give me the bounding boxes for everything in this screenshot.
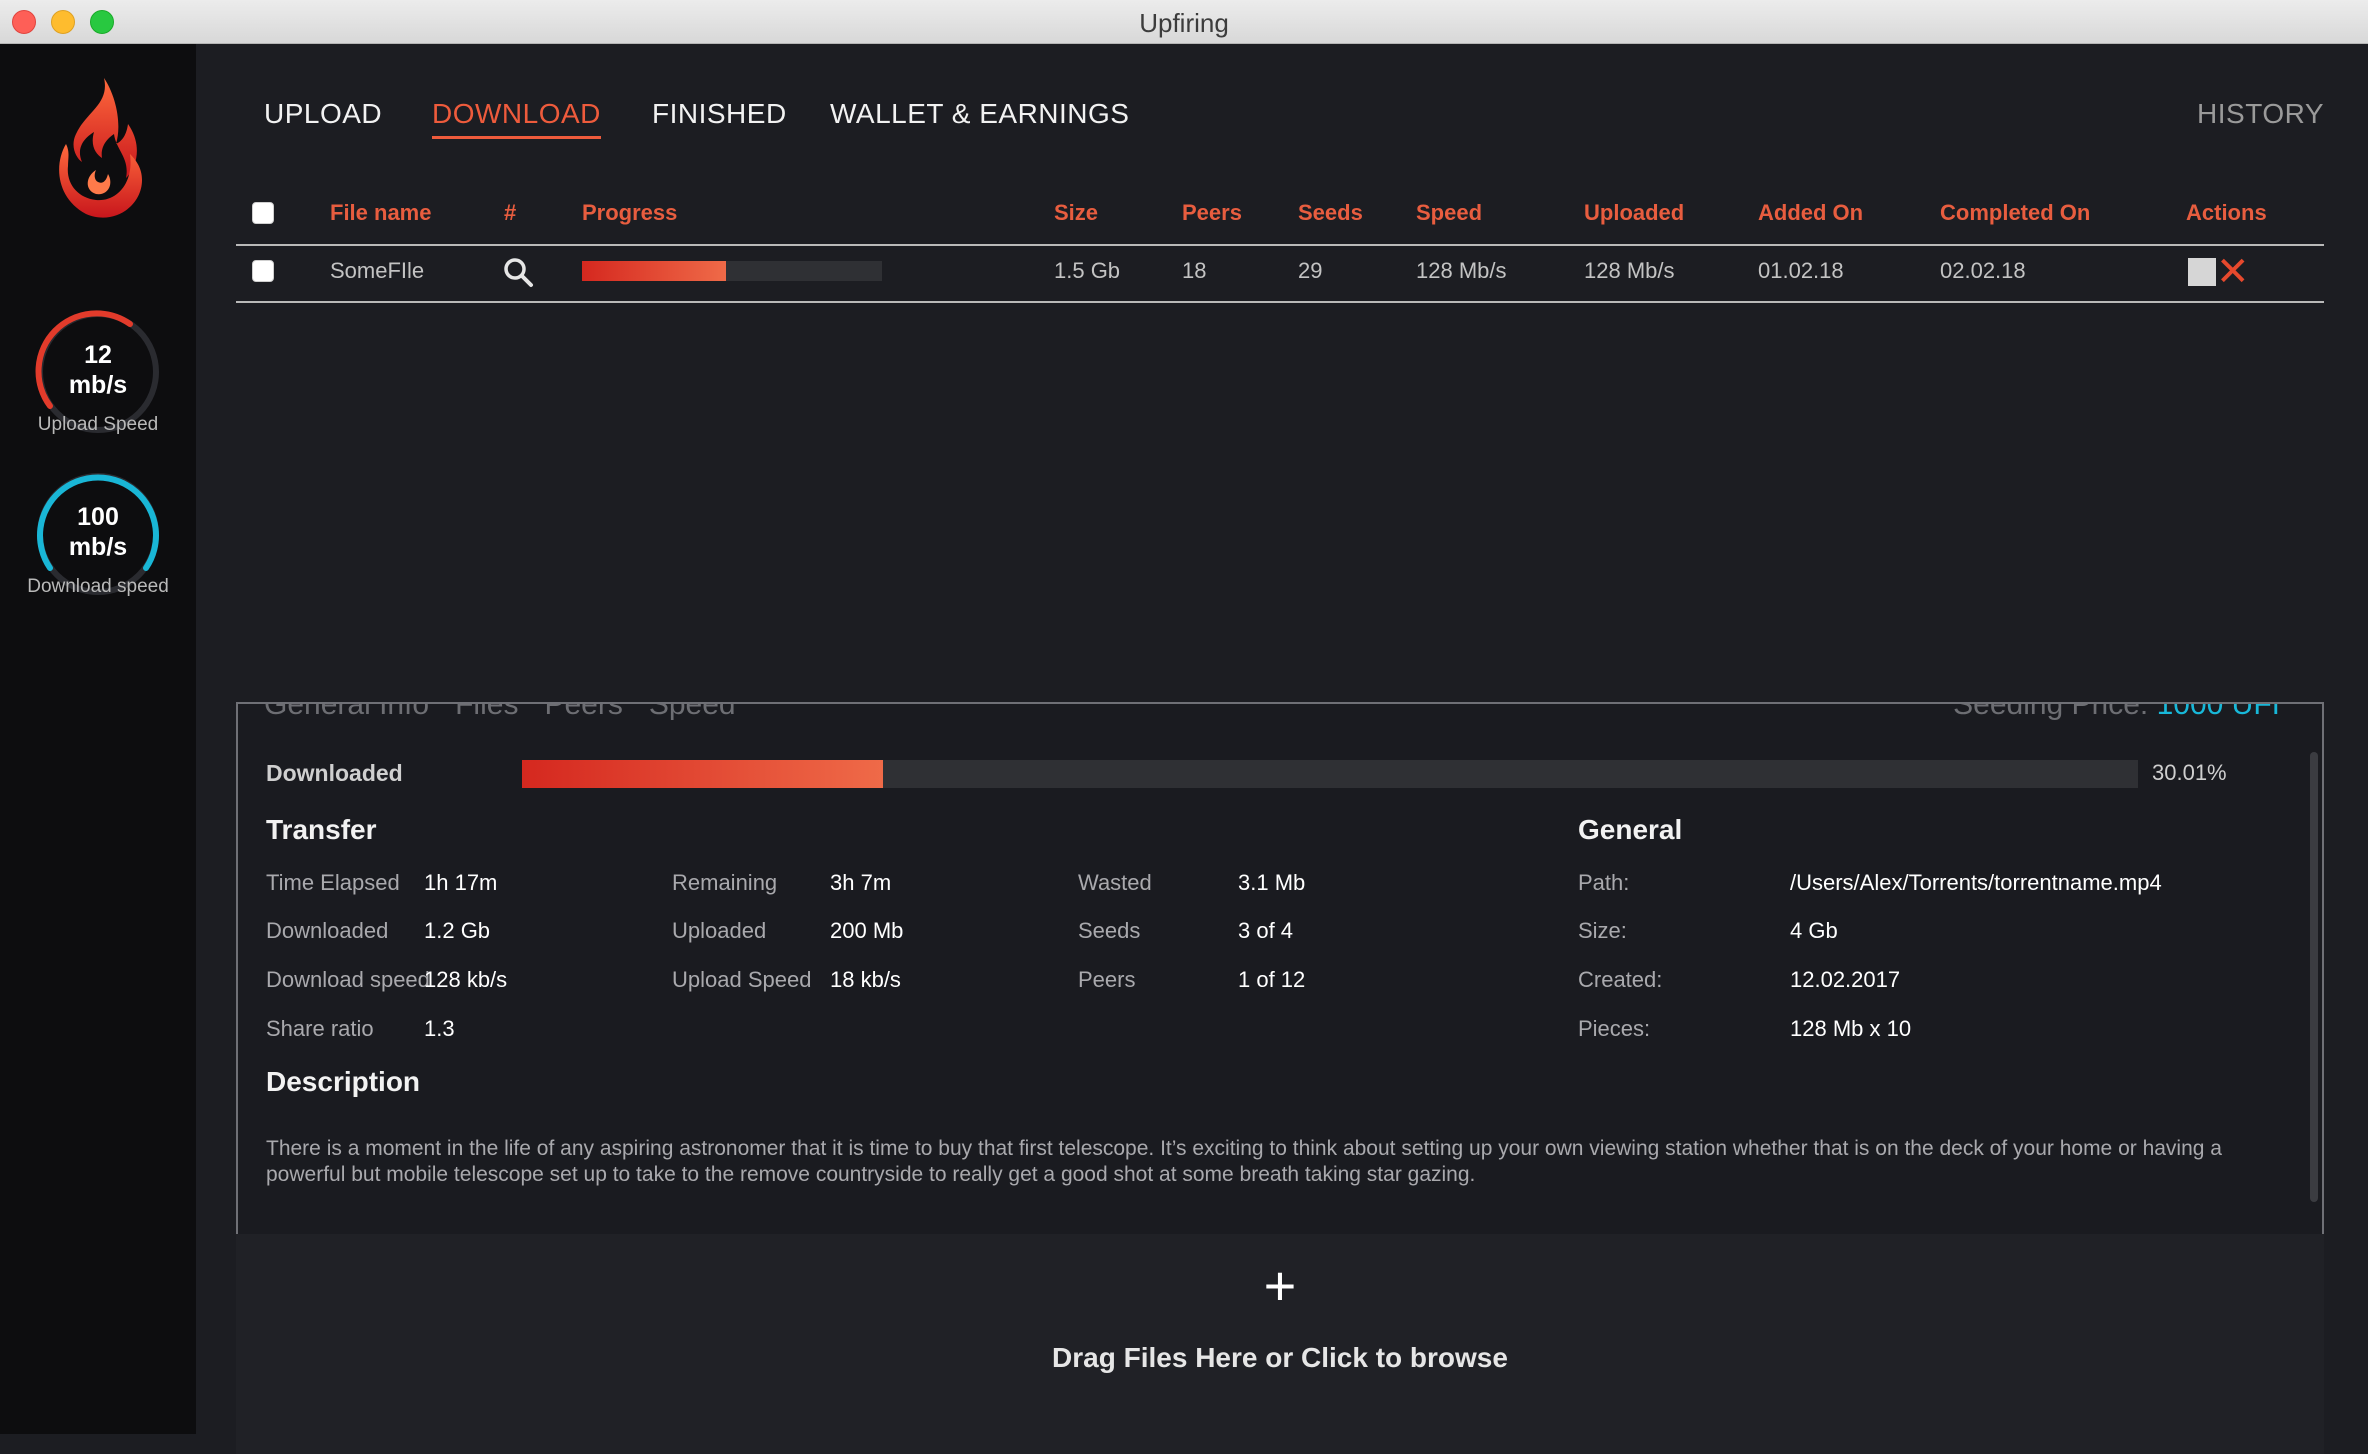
main-content: UPLOAD DOWNLOAD FINISHED WALLET & EARNIN… xyxy=(196,44,2368,1454)
seeding-price-label: Seeding Price: xyxy=(1953,702,2149,721)
seeding-price: Seeding Price: 1000 UFI xyxy=(1953,702,2280,722)
upload-speed-unit: mb/s xyxy=(68,371,128,399)
general-value: 4 Gb xyxy=(1790,918,1838,943)
transfer-key: Remaining xyxy=(672,870,778,895)
row-file-name: SomeFIle xyxy=(330,258,425,283)
transfer-key: Peers xyxy=(1078,967,1136,992)
transfer-value: 128 kb/s xyxy=(424,967,508,992)
select-all-checkbox[interactable] xyxy=(252,202,274,224)
general-key: Created: xyxy=(1578,967,1663,992)
tab-finished[interactable]: FINISHED xyxy=(652,98,787,136)
row-uploaded: 128 Mb/s xyxy=(1584,258,1675,283)
upload-speed-value: 12 xyxy=(84,341,112,369)
tab-wallet-earnings[interactable]: WALLET & EARNINGS xyxy=(830,98,1129,136)
transfer-key: Seeds xyxy=(1078,918,1141,943)
description-title: Description xyxy=(266,1066,421,1097)
download-speed-label: Download speed xyxy=(27,576,169,597)
downloaded-percentage: 30.01% xyxy=(2152,760,2227,785)
flame-logo-icon xyxy=(59,78,143,218)
transfer-value: 3h 7m xyxy=(830,870,892,895)
transfer-key: Uploaded xyxy=(672,918,767,943)
transfer-key: Download speed xyxy=(266,967,430,992)
transfer-value: 200 Mb xyxy=(830,918,904,943)
row-added-on: 01.02.18 xyxy=(1758,258,1844,283)
row-size: 1.5 Gb xyxy=(1054,258,1121,283)
download-speed-unit: mb/s xyxy=(68,533,128,561)
subtab-peers[interactable]: Peers xyxy=(544,704,622,721)
downloaded-label: Downloaded xyxy=(266,760,403,786)
general-value: /Users/Alex/Torrents/torrentname.mp4 xyxy=(1790,870,2162,895)
transfer-key: Time Elapsed xyxy=(266,870,400,895)
transfer-key: Downloaded xyxy=(266,918,389,943)
seeding-price-value: 1000 UFI xyxy=(2156,702,2280,721)
details-scrollbar[interactable] xyxy=(2310,752,2318,1202)
transfer-key: Upload Speed xyxy=(672,967,812,992)
transfer-key: Wasted xyxy=(1078,870,1152,895)
row-completed-on: 02.02.18 xyxy=(1940,258,2026,283)
general-value: 12.02.2017 xyxy=(1790,967,1901,992)
download-speed-value: 100 xyxy=(77,503,119,531)
general-value: 128 Mb x 10 xyxy=(1790,1016,1912,1041)
header-peers[interactable]: Peers xyxy=(1182,200,1242,226)
transfer-value: 1 of 12 xyxy=(1238,967,1306,992)
transfer-key: Share ratio xyxy=(266,1016,374,1041)
row-speed: 128 Mb/s xyxy=(1416,258,1507,283)
row-seeds: 29 xyxy=(1298,258,1323,283)
transfer-value: 3 of 4 xyxy=(1238,918,1294,943)
window-titlebar: Upfiring xyxy=(0,0,2368,44)
header-file-name[interactable]: File name xyxy=(330,200,431,226)
general-key: Pieces: xyxy=(1578,1016,1651,1041)
downloaded-progress-bar xyxy=(522,760,2138,788)
row-progress-bar xyxy=(582,261,882,281)
transfer-title: Transfer xyxy=(266,814,377,845)
general-key: Size: xyxy=(1578,918,1627,943)
header-speed[interactable]: Speed xyxy=(1416,200,1482,226)
row-progress-fill xyxy=(582,261,726,281)
header-progress[interactable]: Progress xyxy=(582,200,677,226)
transfer-value: 1.2 Gb xyxy=(424,918,491,943)
window-title: Upfiring xyxy=(1139,8,1229,38)
tab-upload[interactable]: UPLOAD xyxy=(264,98,382,136)
subtab-speed[interactable]: Speed xyxy=(649,704,736,721)
header-seeds[interactable]: Seeds xyxy=(1298,200,1363,226)
header-divider xyxy=(236,244,2324,246)
row-divider xyxy=(236,301,2324,303)
history-link[interactable]: HISTORY xyxy=(2197,98,2324,136)
transfer-value: 1.3 xyxy=(424,1016,455,1041)
sidebar: 12 mb/s Upload Speed 100 mb/s Download s… xyxy=(0,44,196,1434)
tab-download[interactable]: DOWNLOAD xyxy=(432,98,601,139)
subtab-files[interactable]: Files xyxy=(455,704,518,721)
subtab-general-info[interactable]: General Info xyxy=(264,704,429,721)
transfer-value: 18 kb/s xyxy=(830,967,901,992)
torrent-details-panel: General Info Files Peers Speed Seeding Pric… xyxy=(236,702,2324,1250)
header-completed-on[interactable]: Completed On xyxy=(1940,200,2090,226)
downloaded-progress-fill xyxy=(522,760,883,788)
remove-icon[interactable]: ✕ xyxy=(2216,250,2250,294)
header-added-on[interactable]: Added On xyxy=(1758,200,1863,226)
header-size[interactable]: Size xyxy=(1054,200,1098,226)
description-text: There is a moment in the life of any asp… xyxy=(266,1137,2222,1186)
plus-icon: + xyxy=(1263,1254,1297,1317)
file-drop-zone[interactable]: + Drag Files Here or Click to browse xyxy=(236,1234,2324,1454)
transfer-value: 1h 17m xyxy=(424,870,498,895)
row-checkbox[interactable] xyxy=(252,260,274,282)
general-key: Path: xyxy=(1578,870,1630,895)
transfer-value: 3.1 Mb xyxy=(1238,870,1306,895)
drop-zone-label: Drag Files Here or Click to browse xyxy=(1052,1342,1508,1373)
header-actions: Actions xyxy=(2186,200,2267,225)
details-subtabs: General Info Files Peers Speed xyxy=(264,704,762,722)
header-uploaded[interactable]: Uploaded xyxy=(1584,200,1684,226)
row-peers: 18 xyxy=(1182,258,1207,283)
general-title: General xyxy=(1578,814,1683,845)
upload-speed-label: Upload Speed xyxy=(37,414,159,435)
pause-button[interactable] xyxy=(2188,258,2216,286)
header-number[interactable]: # xyxy=(504,200,516,226)
search-icon[interactable] xyxy=(502,256,534,288)
